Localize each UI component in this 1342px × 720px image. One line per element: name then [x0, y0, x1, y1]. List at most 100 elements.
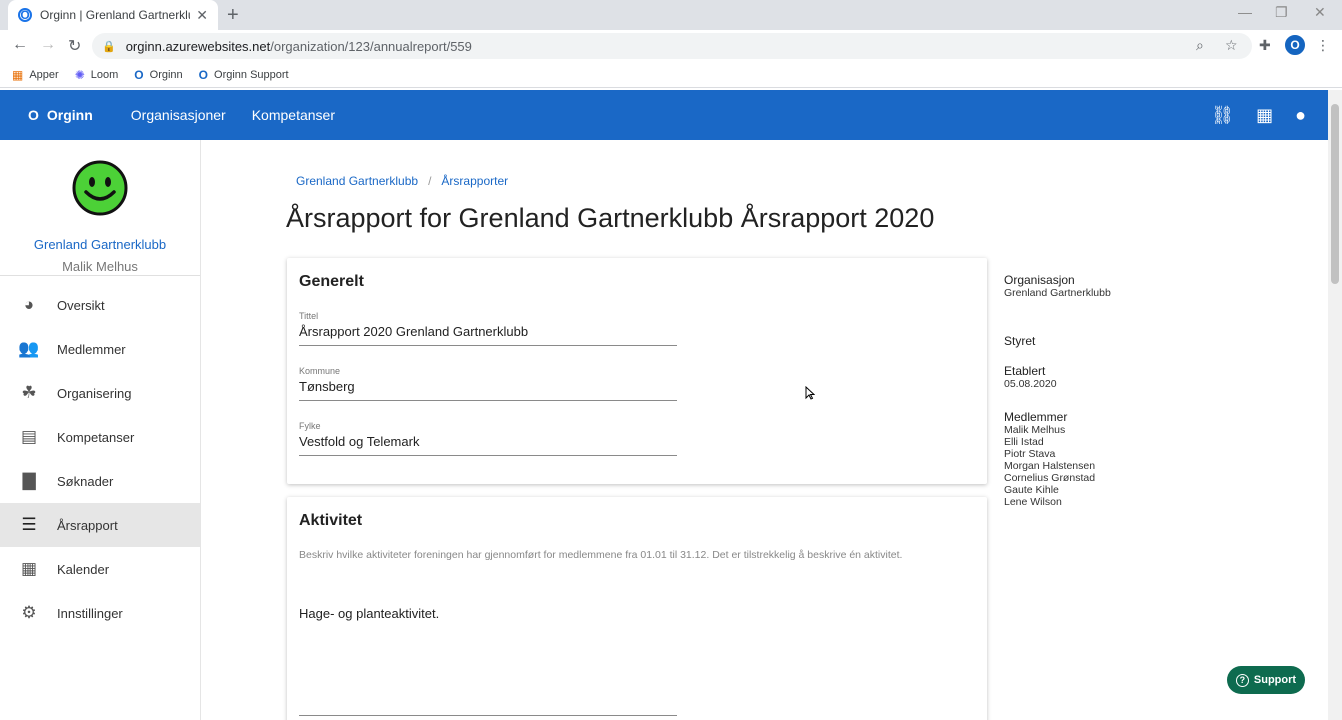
generelt-card: Generelt Tittel Årsrapport 2020 Grenland… — [287, 258, 987, 484]
member-name: Gaute Kihle — [1004, 484, 1059, 496]
sidebar-item-label: Kalender — [57, 561, 110, 577]
maximize-icon[interactable]: ❐ — [1275, 4, 1288, 21]
bookmark-label: Loom — [90, 68, 119, 81]
apps-grid-icon: ▦ — [12, 67, 24, 82]
close-window-icon[interactable]: ✕ — [1314, 4, 1326, 21]
sidebar-item-organisering[interactable]: ☘ Organisering — [0, 371, 200, 415]
extensions-icon[interactable]: ✚ — [1259, 37, 1271, 54]
info-label: Medlemmer — [1004, 410, 1068, 424]
dashboard-icon: ◕ — [23, 295, 35, 314]
apps-grid-icon[interactable]: ▦ — [1256, 105, 1273, 126]
app-header: O Orginn Organisasjoner Kompetanser ⛓ ▦ … — [0, 90, 1328, 140]
breadcrumb-arsrapporter[interactable]: Årsrapporter — [441, 174, 508, 188]
info-styret: Styret — [1004, 334, 1035, 348]
field-label: Kommune — [299, 366, 341, 376]
breadcrumb: Grenland Gartnerklubb / Årsrapporter — [296, 174, 508, 188]
zoom-icon[interactable]: ⌕ — [1196, 37, 1204, 54]
sidebar: Grenland Gartnerklubb Malik Melhus ◕ Ove… — [0, 140, 201, 720]
back-icon[interactable]: ← — [12, 36, 28, 54]
breadcrumb-org[interactable]: Grenland Gartnerklubb — [296, 174, 418, 188]
member-name: Malik Melhus — [1004, 424, 1066, 436]
sidebar-item-arsrapport[interactable]: ☰ Årsrapport — [0, 503, 200, 547]
bookmark-orginn-support[interactable]: O Orginn Support — [199, 68, 289, 82]
aktivitet-textarea[interactable]: Hage- og planteaktivitet. — [299, 606, 439, 621]
page-title: Årsrapport for Grenland Gartnerklubb Års… — [286, 203, 935, 233]
info-etablert: Etablert 05.08.2020 — [1004, 364, 1057, 390]
bookmark-label: Orginn — [149, 68, 183, 81]
nav-kompetanser[interactable]: Kompetanser — [252, 107, 335, 123]
new-tab-icon[interactable]: + — [227, 4, 239, 27]
network-icon[interactable]: ⛓ — [1211, 105, 1234, 126]
orginn-favicon-icon: O — [18, 8, 32, 22]
fylke-field[interactable]: Fylke Vestfold og Telemark — [299, 421, 677, 456]
aktivitet-heading: Aktivitet — [299, 512, 363, 529]
sidebar-item-kalender[interactable]: ▦ Kalender — [0, 547, 200, 591]
reload-icon[interactable]: ↻ — [68, 36, 81, 56]
kommune-field[interactable]: Kommune Tønsberg — [299, 366, 677, 401]
field-value: Årsrapport 2020 Grenland Gartnerklubb — [299, 324, 529, 339]
browser-menu-icon[interactable]: ⋮ — [1316, 37, 1330, 54]
close-tab-icon[interactable]: ✕ — [196, 7, 208, 24]
sidebar-item-label: Søknader — [57, 473, 114, 489]
sidebar-item-label: Årsrapport — [57, 517, 118, 533]
bookmark-star-icon[interactable]: ☆ — [1225, 37, 1238, 54]
sidebar-item-medlemmer[interactable]: 👥 Medlemmer — [0, 327, 200, 371]
member-name: Elli Istad — [1004, 436, 1044, 448]
address-bar-row: ← → ↻ 🔒 orginn.azurewebsites.net/organiz… — [0, 30, 1342, 62]
calendar-icon: ▦ — [20, 559, 38, 578]
brand-logo[interactable]: O Orginn — [28, 107, 93, 123]
users-icon: 👥 — [18, 339, 40, 358]
tab-title: Orginn | Grenland Gartnerklubb — [40, 8, 190, 22]
bookmark-label: Apper — [29, 68, 59, 81]
list-icon: ☰ — [21, 515, 37, 534]
gear-icon: ⚙ — [21, 603, 37, 622]
sidebar-item-label: Oversikt — [57, 297, 105, 313]
smiley-avatar-icon — [72, 160, 128, 216]
sidebar-item-kompetanser[interactable]: ▤ Kompetanser — [0, 415, 200, 459]
sidebar-item-label: Organisering — [57, 385, 132, 401]
support-button[interactable]: ? Support — [1227, 666, 1305, 694]
generelt-heading: Generelt — [299, 273, 364, 290]
profile-avatar-icon[interactable]: O — [1285, 35, 1305, 55]
aktivitet-description: Beskriv hvilke aktiviteter foreningen ha… — [299, 549, 903, 561]
sidebar-item-oversikt[interactable]: ◕ Oversikt — [0, 283, 200, 327]
sidebar-org-name[interactable]: Grenland Gartnerklubb — [0, 237, 200, 252]
url-input[interactable]: 🔒 orginn.azurewebsites.net/organization/… — [92, 33, 1252, 59]
minimize-icon[interactable]: — — [1238, 4, 1252, 20]
header-actions: ⛓ ▦ ● — [1211, 105, 1306, 126]
bookmark-apper[interactable]: ▦ Apper — [12, 68, 59, 82]
info-value: 05.08.2020 — [1004, 378, 1057, 390]
bookmark-orginn[interactable]: O Orginn — [134, 68, 182, 82]
document-icon: ▇ — [22, 471, 36, 490]
url-host: orginn.azurewebsites.net — [125, 38, 271, 54]
sidebar-item-innstillinger[interactable]: ⚙ Innstillinger — [0, 591, 200, 635]
support-label: Support — [1253, 674, 1297, 686]
url-path: /organization/123/annualreport/559 — [270, 38, 472, 54]
account-circle-icon[interactable]: ● — [1295, 105, 1306, 126]
help-icon: ? — [1235, 673, 1249, 687]
field-value: Tønsberg — [299, 379, 355, 394]
sidebar-divider — [0, 275, 200, 276]
info-label: Organisasjon — [1004, 273, 1075, 287]
info-medlemmer: Medlemmer Malik Melhus Elli Istad Piotr … — [1004, 410, 1095, 508]
aktivitet-underline — [299, 715, 677, 716]
sidebar-item-label: Kompetanser — [57, 429, 135, 445]
bookmarks-bar: ▦ Apper ✺ Loom O Orginn O Orginn Support — [0, 62, 1342, 88]
mouse-cursor-icon — [805, 386, 815, 400]
page-scrollbar[interactable] — [1328, 90, 1342, 720]
sidebar-item-soknader[interactable]: ▇ Søknader — [0, 459, 200, 503]
scrollbar-thumb[interactable] — [1331, 104, 1339, 284]
info-value: Grenland Gartnerklubb — [1004, 287, 1111, 299]
bookmark-loom[interactable]: ✺ Loom — [75, 68, 119, 82]
browser-tab[interactable]: O Orginn | Grenland Gartnerklubb ✕ — [8, 0, 218, 30]
sidebar-menu: ◕ Oversikt 👥 Medlemmer ☘ Organisering ▤ … — [0, 283, 200, 635]
nav-organisasjoner[interactable]: Organisasjoner — [131, 107, 226, 123]
info-label: Styret — [1004, 334, 1036, 348]
tittel-field[interactable]: Tittel Årsrapport 2020 Grenland Gartnerk… — [299, 311, 677, 346]
loom-icon: ✺ — [74, 67, 85, 82]
member-name: Lene Wilson — [1004, 496, 1062, 508]
brand-name: Orginn — [46, 107, 93, 123]
member-name: Morgan Halstensen — [1004, 460, 1096, 472]
forward-icon[interactable]: → — [40, 36, 56, 54]
organization-icon: ☘ — [21, 383, 37, 402]
